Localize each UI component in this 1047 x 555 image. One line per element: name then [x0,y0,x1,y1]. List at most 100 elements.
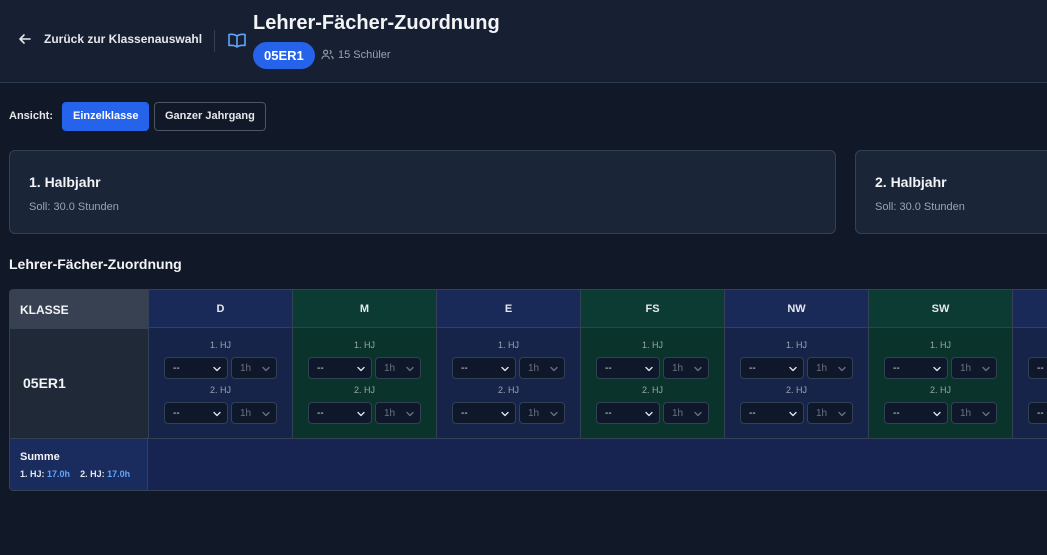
teacher-select-value: -- [461,408,468,419]
teacher-select-value: -- [893,408,900,419]
hours-select-value: 1h [240,408,252,419]
teacher-select-value: -- [173,408,180,419]
subject-column: D 1. HJ -- 1h 2. HJ -- 1h [148,290,292,438]
view-single-class-button[interactable]: Einzelklasse [62,102,150,131]
hj2-hours-select[interactable]: 1h [663,402,709,424]
subject-cell: 1. HJ--1h2. HJ--1h [293,328,436,438]
klasse-name: 05ER1 [23,375,66,391]
teacher-select-value: -- [749,408,756,419]
header-divider [214,30,215,52]
hj1-label: 1. HJ [929,340,951,350]
chevron-down-icon [550,366,558,372]
chevron-down-icon [262,366,270,372]
summe-cell: Summe 1. HJ: 17.0h 2. HJ: 17.0h [10,439,148,490]
chevron-down-icon [789,366,797,372]
hours-select-value: 1h [384,363,396,374]
hj2-teacher-select[interactable]: -- [452,402,516,424]
teacher-select-value: -- [1037,363,1044,374]
subject-column: FS 1. HJ -- 1h 2. HJ -- 1h [580,290,724,438]
hj1-hours-select[interactable]: 1h [519,357,565,379]
summe-title: Summe [20,451,60,463]
teacher-select-value: -- [317,408,324,419]
view-whole-year-button[interactable]: Ganzer Jahrgang [154,102,266,131]
summe-values: 1. HJ: 17.0h 2. HJ: 17.0h [20,469,130,479]
hj1-teacher-select[interactable]: -- [596,357,660,379]
halbjahr-2-title: 2. Halbjahr [875,174,947,190]
hj2-hours-select[interactable]: 1h [951,402,997,424]
chevron-down-icon [550,411,558,417]
hj1-label: 1. HJ [641,340,663,350]
hj2-hours-select[interactable]: 1h [375,402,421,424]
subject-cell: 1. HJ--1h2. HJ--1h [869,328,1012,438]
hours-select-value: 1h [240,363,252,374]
chevron-down-icon [357,411,365,417]
hj2-label: 2. HJ [497,385,519,395]
chevron-down-icon [982,411,990,417]
chevron-down-icon [262,411,270,417]
back-button-label: Zurück zur Klassenauswahl [44,32,203,46]
subject-header: D [149,290,292,328]
users-icon [321,49,334,60]
hours-select-value: 1h [672,363,684,374]
hj2-hours-select[interactable]: 1h [231,402,277,424]
subject-cell: 1. HJ--1h2. HJ--1h [1013,328,1047,438]
hj1-teacher-select[interactable]: -- [884,357,948,379]
hj1-teacher-select[interactable]: -- [452,357,516,379]
hj1-teacher-select[interactable]: -- [740,357,804,379]
page-title: Lehrer-Fächer-Zuordnung [253,12,500,34]
hj1-hours-select[interactable]: 1h [807,357,853,379]
hj2-label: 2. HJ [641,385,663,395]
hj1-hours-select[interactable]: 1h [375,357,421,379]
subject-header [1013,290,1047,328]
summe-hj2-label: 2. HJ: [80,469,105,479]
subject-column: 1. HJ--1h2. HJ--1h [1012,290,1047,438]
chevron-down-icon [213,411,221,417]
halbjahr-2-card: 2. Halbjahr Soll: 30.0 Stunden [855,150,1047,234]
hours-select-value: 1h [960,363,972,374]
hj2-teacher-select[interactable]: -- [1028,402,1047,424]
hj2-teacher-select[interactable]: -- [308,402,372,424]
chevron-down-icon [789,411,797,417]
back-button[interactable]: Zurück zur Klassenauswahl [18,32,202,46]
klasse-cell: 05ER1 [10,328,148,438]
chevron-down-icon [213,366,221,372]
chevron-down-icon [933,411,941,417]
teacher-select-value: -- [317,363,324,374]
chevron-down-icon [645,411,653,417]
student-count: 15 Schüler [321,48,391,61]
hj1-hours-select[interactable]: 1h [951,357,997,379]
chevron-down-icon [933,366,941,372]
teacher-select-value: -- [749,363,756,374]
subject-header: M [293,290,436,328]
chevron-down-icon [838,366,846,372]
hj1-teacher-select[interactable]: -- [164,357,228,379]
hj2-teacher-select[interactable]: -- [164,402,228,424]
view-label: Ansicht: [9,110,53,122]
halbjahr-2-soll: Soll: 30.0 Stunden [875,201,965,213]
hj2-teacher-select[interactable]: -- [884,402,948,424]
subject-cell: 1. HJ--1h2. HJ--1h [149,328,292,438]
hj1-hours-select[interactable]: 1h [231,357,277,379]
hj1-label: 1. HJ [497,340,519,350]
hj1-hours-select[interactable]: 1h [663,357,709,379]
hj2-teacher-select[interactable]: -- [740,402,804,424]
summe-hj1-label: 1. HJ: [20,469,45,479]
klasse-header: KLASSE [10,290,148,328]
chevron-down-icon [406,366,414,372]
hj2-hours-select[interactable]: 1h [519,402,565,424]
teacher-select-value: -- [1037,408,1044,419]
assignment-grid: KLASSE 05ER1 D 1. HJ -- 1h 2. HJ -- 1h M 1. HJ --… [9,289,1047,491]
hours-select-value: 1h [384,408,396,419]
hj1-label: 1. HJ [1013,340,1047,350]
subject-header: NW [725,290,868,328]
halbjahr-1-soll: Soll: 30.0 Stunden [29,201,119,213]
hj1-teacher-select[interactable]: -- [308,357,372,379]
hj2-label: 2. HJ [1013,385,1047,395]
hj2-hours-select[interactable]: 1h [807,402,853,424]
chevron-down-icon [838,411,846,417]
hj1-label: 1. HJ [353,340,375,350]
hj2-label: 2. HJ [785,385,807,395]
hj1-teacher-select[interactable]: -- [1028,357,1047,379]
subject-header: E [437,290,580,328]
hj2-teacher-select[interactable]: -- [596,402,660,424]
